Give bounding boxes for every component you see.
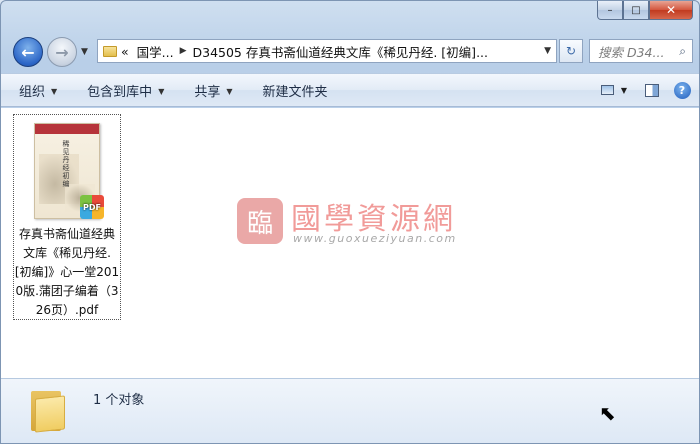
file-name-label: 存真书斋仙道经典文库《稀见丹经. [初编]》心一堂2010版.蒲团子编着（326… [14,227,120,317]
view-icon [601,85,615,95]
forward-arrow-icon: → [55,42,69,62]
folder-front [35,395,65,433]
chevron-down-icon: ▼ [158,86,165,96]
file-list-area[interactable]: 稀见丹经初编 PDF 存真书斋仙道经典文库《稀见丹经. [初编]》心一堂2010… [1,108,699,378]
breadcrumb-guoxue[interactable]: 国学... [137,42,174,61]
close-button[interactable]: ✕ [649,1,693,20]
address-overflow-chevron[interactable]: « [121,44,129,59]
back-button[interactable]: ← [13,37,43,67]
folder-icon [103,45,117,57]
command-toolbar: 组织 ▼ 包含到库中 ▼ 共享 ▼ 新建文件夹 ▼ ? [1,73,699,107]
preview-pane-button[interactable] [641,80,663,100]
folder-icon-large [31,387,67,433]
watermark-seal-icon: 臨 [237,198,283,244]
item-count: 1 个对象 [93,393,145,408]
new-folder-button[interactable]: 新建文件夹 [263,81,328,100]
mouse-cursor-icon: ⬉ [599,401,616,425]
maximize-button[interactable]: □ [623,1,649,20]
caption-buttons: – □ ✕ [597,1,693,21]
share-label: 共享 [194,84,221,100]
seal-glyph: 臨 [246,208,273,239]
explorer-window: – □ ✕ ← → ▼ « 国学... ▶ D34505 存真书斋仙道经典文库《… [0,0,700,444]
thumbnail-title: 稀见丹经初编 [62,140,70,188]
toolbar-right-icons: ▼ ? [589,80,693,100]
back-arrow-icon: ← [21,42,35,62]
organize-menu-button[interactable]: 组织 ▼ [19,81,57,100]
forward-button[interactable]: → [47,37,77,67]
address-dropdown-icon[interactable]: ▼ [544,46,551,56]
breadcrumb-separator-icon[interactable]: ▶ [180,46,187,56]
address-bar[interactable]: « 国学... ▶ D34505 存真书斋仙道经典文库《稀见丹经. [初编]..… [97,39,557,63]
minimize-button[interactable]: – [597,1,623,20]
pdf-file-icon: PDF [80,195,104,219]
search-icon[interactable]: ⌕ [679,44,686,59]
chevron-down-icon: ▼ [51,86,58,96]
help-icon: ? [673,81,691,99]
search-input[interactable]: 搜索 D34... ⌕ [589,39,693,63]
organize-label: 组织 [19,84,46,100]
breadcrumb-current-folder[interactable]: D34505 存真书斋仙道经典文库《稀见丹经. [初编]... [193,42,488,61]
preview-pane-icon [645,83,659,97]
watermark-logo: 臨 國學資源網 www.guoxueziyuan.com [237,192,497,252]
help-button[interactable]: ? [671,80,693,100]
details-pane: 1 个对象 ⬉ [1,378,699,443]
thumbnail-red-band [35,124,99,134]
share-button[interactable]: 共享 ▼ [194,81,232,100]
refresh-button[interactable]: ↻ [559,39,583,63]
include-in-library-button[interactable]: 包含到库中 ▼ [87,81,164,100]
recent-pages-dropdown-icon[interactable]: ▼ [81,47,88,57]
view-options-dropdown-icon[interactable]: ▼ [621,86,627,95]
include-library-label: 包含到库中 [87,84,153,100]
refresh-icon: ↻ [565,44,577,58]
pdf-badge-label: PDF [83,202,101,212]
chevron-down-icon: ▼ [226,86,233,96]
navigation-row: ← → ▼ « 国学... ▶ D34505 存真书斋仙道经典文库《稀见丹经. … [1,31,699,71]
file-item-pdf[interactable]: 稀见丹经初编 PDF 存真书斋仙道经典文库《稀见丹经. [初编]》心一堂2010… [13,114,121,320]
search-placeholder: 搜索 D34... [598,44,665,60]
watermark-url: www.guoxueziyuan.com [293,232,457,245]
change-view-button[interactable] [597,80,619,100]
